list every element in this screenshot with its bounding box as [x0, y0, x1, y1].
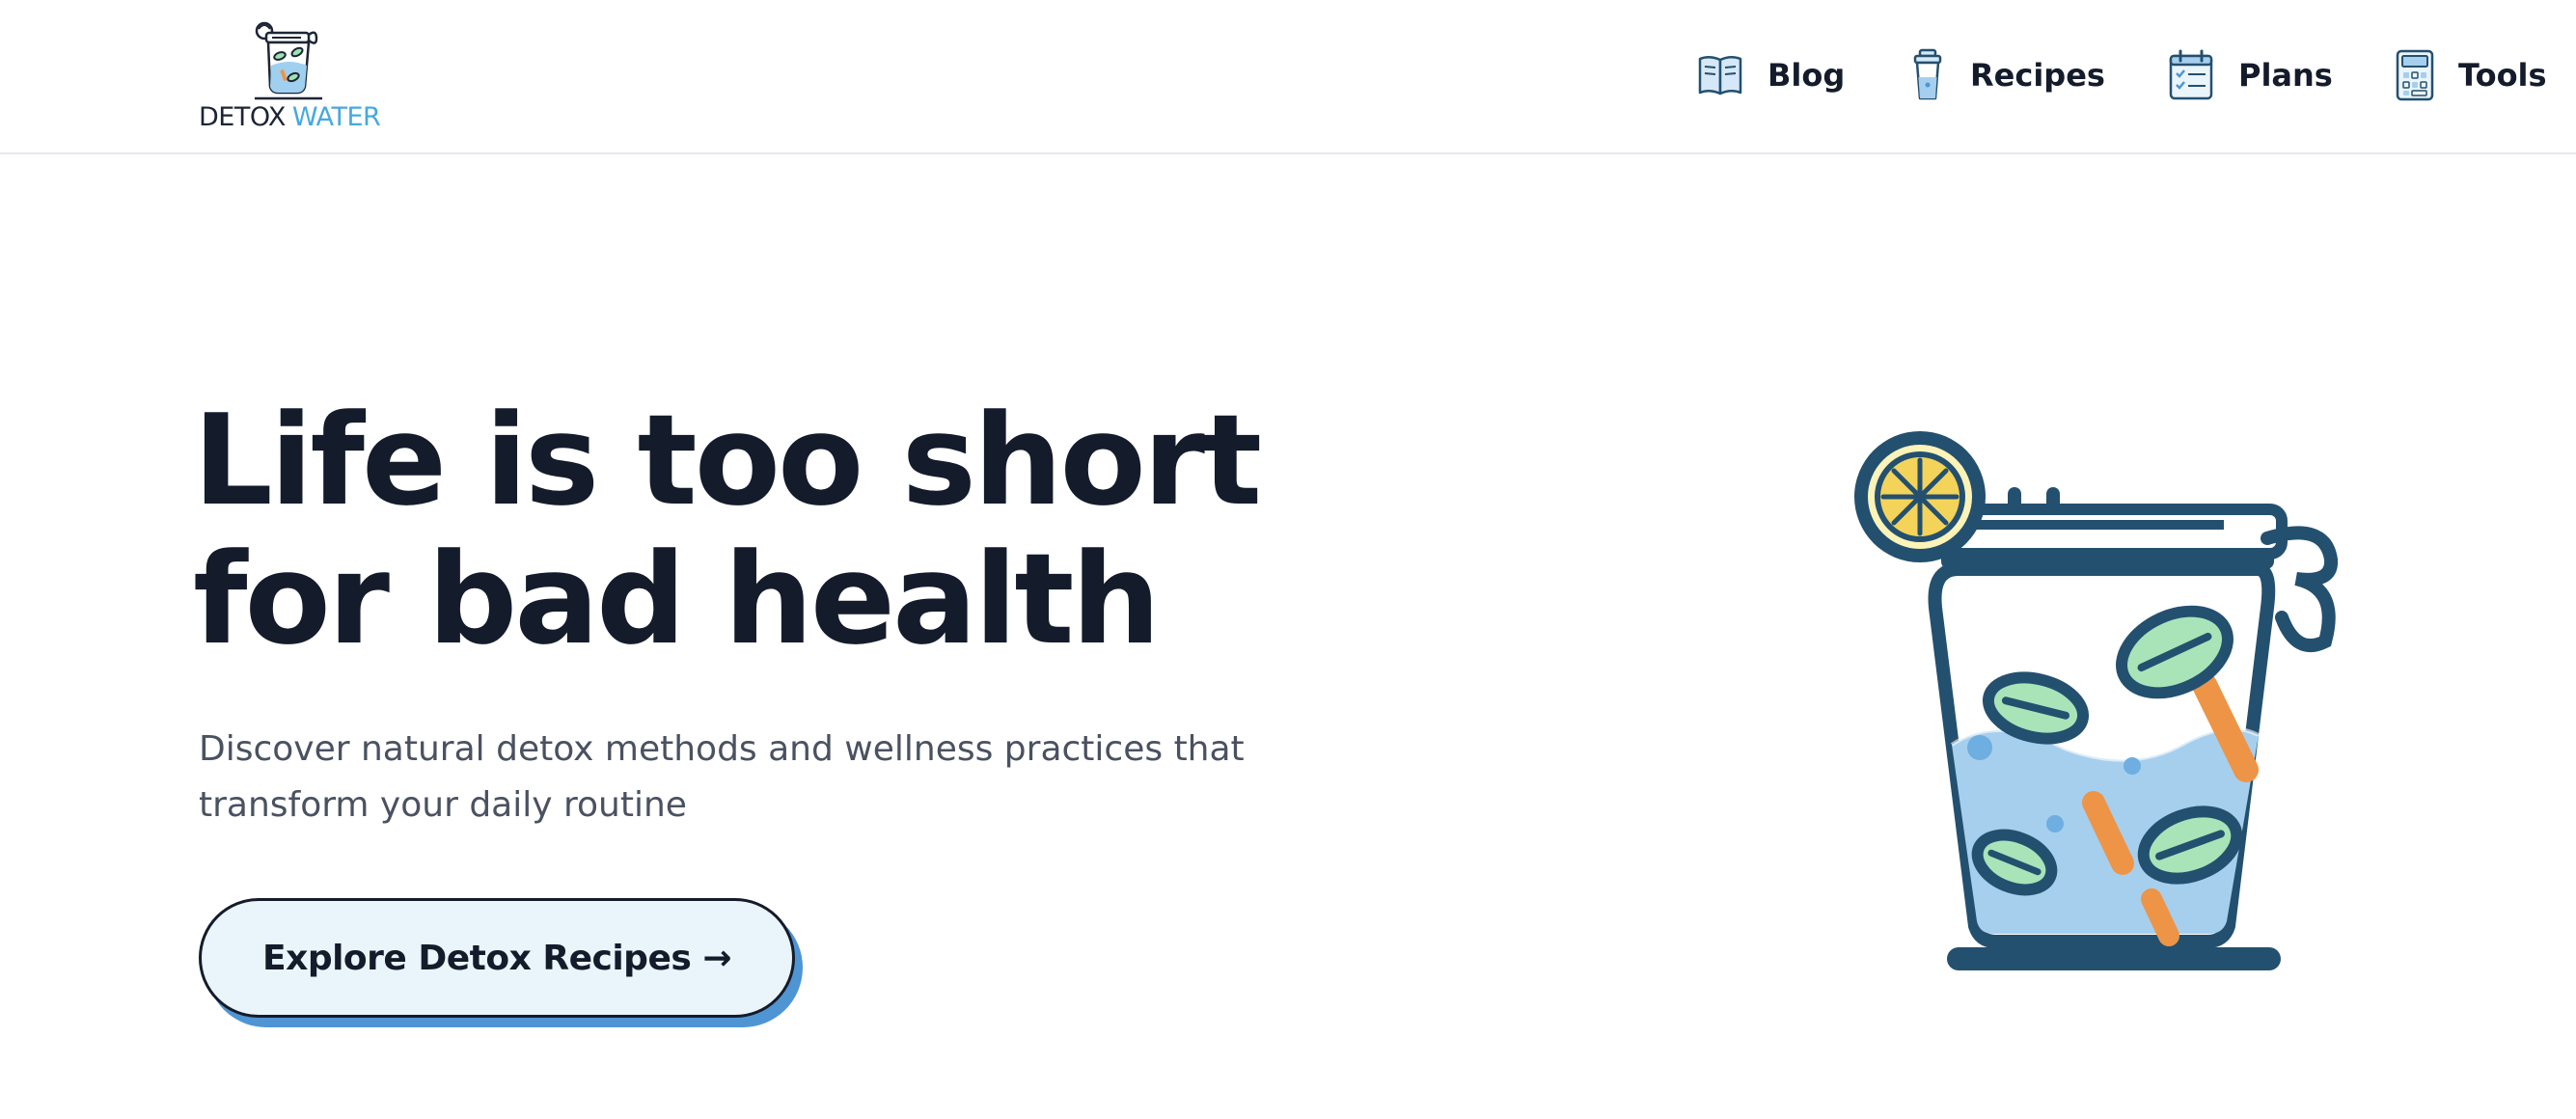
detox-jar-logo-icon: [255, 21, 322, 100]
explore-recipes-button[interactable]: Explore Detox Recipes →: [199, 898, 795, 1018]
hero-title: Life is too short for bad health: [193, 391, 1351, 669]
hero-title-line1: Life is too short: [193, 387, 1262, 533]
brand-name-part1: DETOX: [199, 102, 286, 132]
hero-subtitle: Discover natural detox methods and welln…: [199, 729, 1245, 825]
brand-logo[interactable]: DETOX WATER: [199, 17, 382, 133]
nav-item-plans[interactable]: Plans: [2167, 46, 2333, 104]
hero-title-line2: for bad health: [193, 526, 1161, 672]
nav-label-blog: Blog: [1768, 57, 1846, 94]
detox-jar-illustration: [1854, 431, 2339, 970]
book-icon: [1698, 56, 1742, 96]
site-header: DETOX WATER Blog Recipes Plans Tools: [0, 0, 2576, 154]
calculator-icon: [2396, 49, 2434, 101]
nav-item-recipes[interactable]: Recipes: [1908, 46, 2105, 104]
nav-item-blog[interactable]: Blog: [1696, 46, 1845, 104]
nav-item-tools[interactable]: Tools: [2395, 46, 2547, 104]
calendar-checklist-icon: [2169, 49, 2213, 100]
brand-name-part2: WATER: [291, 102, 381, 132]
brand-wordmark: DETOX WATER: [199, 102, 381, 132]
cup-icon: [1913, 48, 1942, 100]
nav-label-tools: Tools: [2458, 57, 2547, 94]
nav-label-plans: Plans: [2238, 57, 2333, 94]
explore-recipes-button-label: Explore Detox Recipes →: [262, 938, 731, 978]
nav-label-recipes: Recipes: [1970, 57, 2105, 94]
